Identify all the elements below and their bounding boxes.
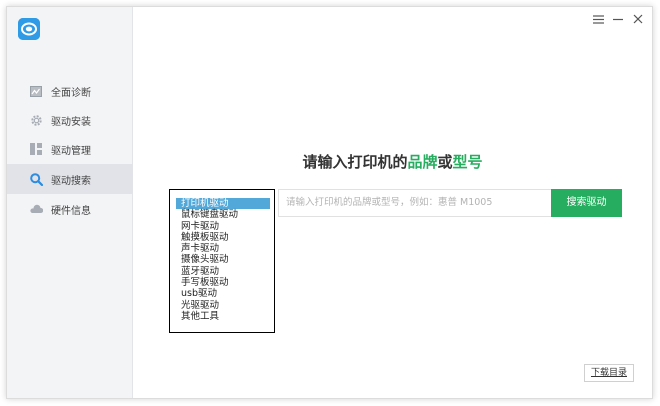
sidebar-item-label: 硬件信息 — [51, 205, 91, 217]
titlebar-controls — [588, 11, 648, 27]
app-window: 全面诊断 驱动安装 驱动管理 驱动搜索 硬件信息 请输入打印机的品牌或型号 请输… — [6, 6, 653, 399]
sidebar-item-hardware[interactable]: 硬件信息 — [7, 194, 133, 224]
diagnosis-icon — [29, 84, 43, 98]
dropdown-option[interactable]: usb驱动 — [170, 288, 274, 299]
download-directory-button[interactable]: 下载目录 — [584, 364, 634, 382]
sidebar-item-search[interactable]: 驱动搜索 — [7, 164, 133, 194]
headline-text: 请输入打印机的 — [302, 153, 408, 171]
dropdown-option[interactable]: 网卡驱动 — [170, 221, 274, 232]
search-icon — [29, 172, 43, 186]
sidebar-item-label: 全面诊断 — [51, 87, 91, 99]
headline-model: 型号 — [452, 153, 483, 171]
gear-icon — [29, 113, 43, 127]
cloud-icon — [29, 202, 43, 216]
close-icon[interactable] — [628, 11, 648, 27]
sidebar-item-install[interactable]: 驱动安装 — [7, 105, 133, 135]
sidebar-item-manage[interactable]: 驱动管理 — [7, 134, 133, 164]
dropdown-option[interactable]: 声卡驱动 — [170, 243, 274, 254]
sidebar-item-label: 驱动管理 — [51, 145, 91, 157]
dropdown-option[interactable]: 摄像头驱动 — [170, 254, 274, 265]
sidebar-item-diagnosis[interactable]: 全面诊断 — [7, 76, 133, 106]
menu-icon[interactable] — [588, 11, 608, 27]
headline-brand: 品牌 — [407, 153, 438, 171]
sidebar-item-label: 驱动搜索 — [51, 175, 91, 187]
page-title: 请输入打印机的品牌或型号 — [133, 151, 652, 172]
grid-icon — [29, 142, 43, 156]
minimize-icon[interactable] — [608, 11, 628, 27]
dropdown-option[interactable]: 光驱驱动 — [170, 300, 274, 311]
dropdown-option[interactable]: 触摸板驱动 — [170, 232, 274, 243]
search-input[interactable]: 请输入打印机的品牌或型号，例如：惠普 M1005 — [278, 189, 556, 217]
search-drivers-button[interactable]: 搜索驱动 — [551, 189, 622, 217]
dropdown-option[interactable]: 手写板驱动 — [170, 277, 274, 288]
sidebar-item-label: 驱动安装 — [51, 116, 91, 128]
dropdown-option[interactable]: 其他工具 — [170, 311, 274, 322]
dropdown-option[interactable]: 打印机驱动 — [176, 198, 270, 210]
headline-or: 或 — [437, 153, 453, 171]
dropdown-option[interactable]: 鼠标键盘驱动 — [170, 209, 274, 220]
dropdown-option[interactable]: 蓝牙驱动 — [170, 266, 274, 277]
category-dropdown-list[interactable]: 打印机驱动 鼠标键盘驱动 网卡驱动 触摸板驱动 声卡驱动 摄像头驱动 蓝牙驱动 … — [169, 189, 275, 333]
app-logo-icon — [18, 18, 40, 40]
sidebar: 全面诊断 驱动安装 驱动管理 驱动搜索 硬件信息 — [7, 7, 133, 398]
